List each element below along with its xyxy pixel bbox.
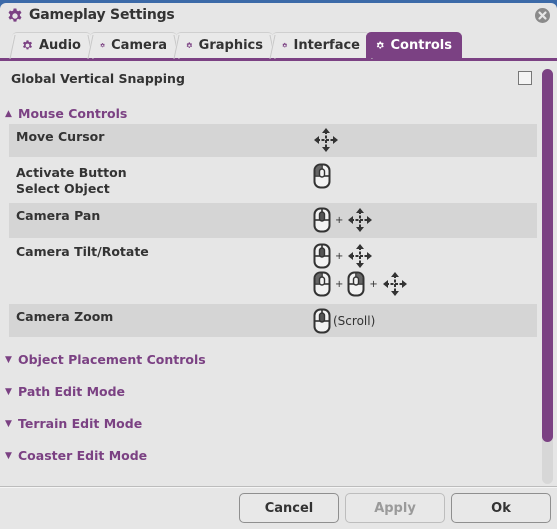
expanded-triangle-icon: ▲	[5, 108, 12, 119]
scroll-label: (Scroll)	[333, 314, 376, 328]
close-icon	[538, 11, 547, 20]
mouse-middle-icon	[313, 207, 331, 233]
move-icon	[313, 127, 339, 153]
ok-button[interactable]: Ok	[451, 493, 551, 523]
plus-sign: +	[335, 214, 344, 226]
binding[interactable]	[313, 127, 339, 153]
tab-label: Controls	[390, 38, 452, 53]
tab-label: Audio	[38, 38, 81, 53]
tab-interface[interactable]: Interface	[272, 32, 370, 58]
section-title: Object Placement Controls	[18, 352, 206, 367]
mouse-left-icon	[313, 163, 331, 189]
tab-graphics[interactable]: Graphics	[176, 32, 273, 58]
title-bar: Gameplay Settings	[0, 3, 557, 29]
plus-sign: +	[335, 278, 344, 290]
move-icon	[382, 271, 408, 297]
scrollbar-thumb[interactable]	[542, 69, 553, 442]
apply-button[interactable]: Apply	[345, 493, 445, 523]
window-title: Gameplay Settings	[29, 7, 175, 23]
binding[interactable]	[313, 163, 331, 189]
section-title: Mouse Controls	[18, 106, 128, 121]
control-row-move-cursor: Move Cursor	[9, 124, 537, 157]
binding[interactable]: (Scroll)	[313, 308, 375, 334]
section-path-edit-mode[interactable]: ▼ Path Edit Mode	[5, 384, 125, 399]
tab-audio[interactable]: Audio	[12, 32, 91, 58]
mouse-middle-icon	[313, 308, 331, 334]
gear-icon	[7, 8, 23, 24]
gear-icon	[282, 38, 288, 53]
plus-sign: +	[369, 278, 378, 290]
tab-controls[interactable]: Controls	[366, 32, 462, 58]
section-object-placement-controls[interactable]: ▼ Object Placement Controls	[5, 352, 206, 367]
move-icon	[347, 207, 373, 233]
binding[interactable]: +	[313, 243, 373, 269]
footer-divider-highlight	[0, 487, 557, 488]
section-title: Terrain Edit Mode	[18, 416, 143, 431]
control-row-camera-zoom: Camera Zoom (Scroll)	[9, 304, 537, 337]
control-row-camera-pan: Camera Pan +	[9, 203, 537, 238]
tab-bar: Audio Camera Graphics Interface Controls	[0, 30, 557, 61]
tab-camera[interactable]: Camera	[90, 32, 177, 58]
tab-label: Graphics	[198, 38, 263, 53]
mouse-middle-icon	[313, 243, 331, 269]
section-mouse-controls[interactable]: ▲ Mouse Controls	[5, 106, 127, 121]
mouse-right-icon	[347, 271, 365, 297]
control-label-line: Activate Button	[16, 165, 127, 180]
close-button[interactable]	[535, 8, 550, 23]
section-title: Coaster Edit Mode	[18, 448, 148, 463]
gameplay-settings-window: Gameplay Settings Audio Camera Graphics …	[0, 3, 557, 529]
binding[interactable]: +	[313, 207, 373, 233]
collapsed-triangle-icon: ▼	[5, 450, 12, 461]
section-terrain-edit-mode[interactable]: ▼ Terrain Edit Mode	[5, 416, 142, 431]
tab-label: Camera	[111, 38, 167, 53]
cancel-button[interactable]: Cancel	[239, 493, 339, 523]
mouse-left-icon	[313, 271, 331, 297]
control-label: Camera Zoom	[16, 309, 114, 324]
control-label: Move Cursor	[16, 129, 105, 144]
binding[interactable]: + +	[313, 271, 408, 297]
control-row-camera-tilt-rotate: Camera Tilt/Rotate + + +	[9, 238, 537, 304]
control-row-activate-button: Activate Button Select Object	[9, 157, 537, 203]
section-coaster-edit-mode[interactable]: ▼ Coaster Edit Mode	[5, 448, 147, 463]
global-vertical-snapping-label: Global Vertical Snapping	[11, 71, 185, 86]
control-label: Activate Button Select Object	[16, 165, 127, 197]
tab-label: Interface	[293, 38, 361, 53]
gear-icon	[376, 38, 385, 53]
move-icon	[347, 243, 373, 269]
control-label: Camera Pan	[16, 208, 101, 223]
gear-icon	[100, 38, 105, 53]
control-label-line: Select Object	[16, 181, 110, 196]
collapsed-triangle-icon: ▼	[5, 386, 12, 397]
gear-icon	[22, 38, 33, 53]
gear-icon	[186, 38, 193, 53]
collapsed-triangle-icon: ▼	[5, 354, 12, 365]
global-vertical-snapping-checkbox[interactable]	[518, 71, 532, 85]
collapsed-triangle-icon: ▼	[5, 418, 12, 429]
section-title: Path Edit Mode	[18, 384, 126, 399]
controls-panel: Global Vertical Snapping ▲ Mouse Control…	[0, 61, 540, 481]
plus-sign: +	[335, 250, 344, 262]
control-label: Camera Tilt/Rotate	[16, 244, 149, 259]
